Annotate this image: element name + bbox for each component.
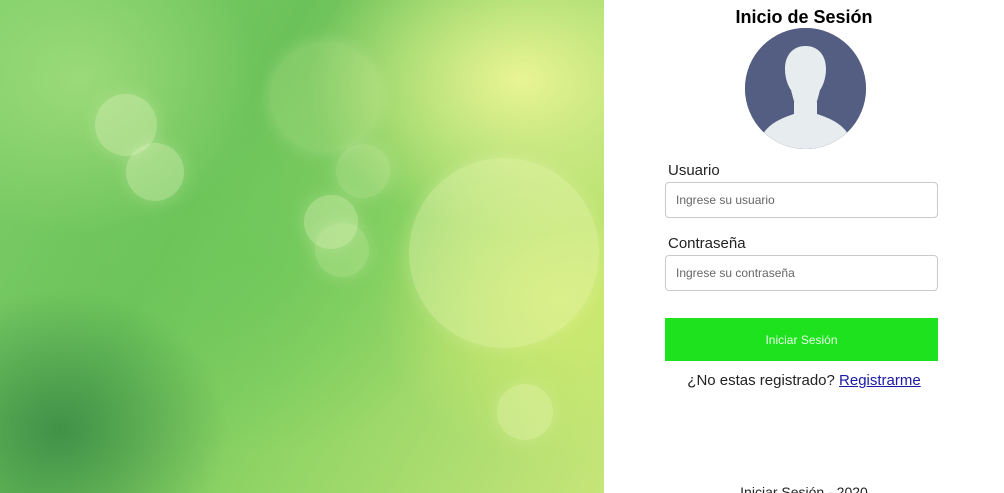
bokeh-light xyxy=(336,144,390,198)
user-avatar-icon xyxy=(745,28,866,149)
bokeh-light xyxy=(270,42,380,152)
password-input[interactable] xyxy=(665,255,938,291)
register-prompt: ¿No estas registrado? xyxy=(687,372,840,389)
bokeh-light xyxy=(497,384,553,440)
bokeh-light xyxy=(409,158,599,348)
password-label: Contraseña xyxy=(668,235,746,252)
hero-background-image xyxy=(0,0,604,493)
page-footer: Iniciar Sesión - 2020 xyxy=(740,484,868,493)
login-panel: Inicio de Sesión Usuario Contraseña Inic… xyxy=(604,0,1004,493)
login-button[interactable]: Iniciar Sesión xyxy=(665,318,938,361)
login-page: Inicio de Sesión Usuario Contraseña Inic… xyxy=(0,0,1004,493)
bokeh-light xyxy=(126,143,184,201)
register-link[interactable]: Registrarme xyxy=(839,372,921,389)
register-line: ¿No estas registrado? Registrarme xyxy=(604,372,1004,389)
username-label: Usuario xyxy=(668,162,720,179)
username-input[interactable] xyxy=(665,182,938,218)
bokeh-light xyxy=(315,223,369,277)
login-title: Inicio de Sesión xyxy=(735,7,873,27)
